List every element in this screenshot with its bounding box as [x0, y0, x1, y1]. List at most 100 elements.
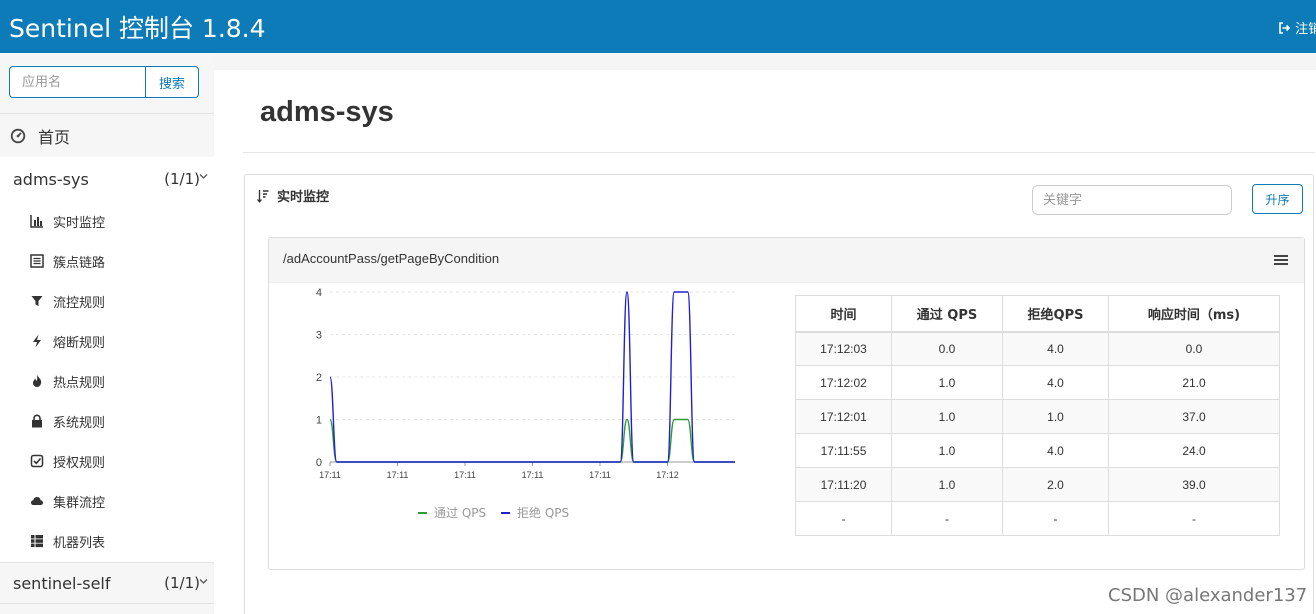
- logout-icon: [1279, 22, 1291, 34]
- logout-link[interactable]: 注销: [1278, 18, 1316, 37]
- sidebar-item-machine-list[interactable]: 机器列表: [30, 531, 105, 551]
- y-tick-label: 4: [316, 288, 322, 299]
- sidebar-app-adms-sys[interactable]: adms-sys (1/1): [0, 158, 214, 200]
- resource-card-header: /adAccountPass/getPageByCondition: [269, 238, 1304, 283]
- sidebar-item-label: 集群流控: [53, 495, 106, 511]
- list-icon: [30, 254, 44, 268]
- sidebar-item-label: 流控规则: [53, 295, 106, 311]
- qps-line-chart: 0 1 2 3 4 17:11 17:11 17:11 17:11 17:11 17:12 通过 QP…: [316, 288, 735, 520]
- bar-chart-icon: [30, 215, 43, 228]
- app-name: sentinel-self: [13, 573, 111, 593]
- watermark: CSDN @alexander137: [1108, 585, 1308, 606]
- table-row: - - - -: [795, 501, 1280, 536]
- sidebar-item-home[interactable]: 首页: [0, 113, 214, 158]
- sort-asc-button[interactable]: 升序: [1252, 184, 1303, 214]
- sidebar-item-system-rules[interactable]: 系统规则: [30, 411, 105, 431]
- cell-pass-qps: 0.0: [891, 331, 1003, 366]
- chevron-down-icon: [199, 579, 208, 584]
- sidebar-item-label: 簇点链路: [53, 255, 106, 271]
- cell-rt: 24.0: [1108, 433, 1280, 468]
- sidebar-item-realtime-monitor[interactable]: 实时监控: [30, 211, 105, 231]
- cell-block-qps: -: [1002, 501, 1109, 536]
- cell-pass-qps: -: [891, 501, 1003, 536]
- menu-icon[interactable]: [1274, 254, 1288, 266]
- chevron-down-icon: [199, 174, 208, 179]
- table-header-row: 时间 通过 QPS 拒绝QPS 响应时间（ms): [795, 295, 1280, 333]
- lock-icon: [32, 414, 42, 428]
- flash-icon: [33, 334, 41, 348]
- cell-time: 17:11:55: [795, 433, 892, 468]
- keyword-search-input[interactable]: [1032, 185, 1232, 215]
- dashboard-icon: [10, 128, 26, 143]
- cell-time: 17:11:20: [795, 467, 892, 502]
- cell-pass-qps: 1.0: [891, 399, 1003, 434]
- cell-pass-qps: 1.0: [891, 365, 1003, 400]
- table-row: 17:11:20 1.0 2.0 39.0: [795, 467, 1280, 502]
- col-header-pass-qps: 通过 QPS: [891, 295, 1003, 333]
- col-header-time: 时间: [795, 295, 892, 333]
- resource-name: /adAccountPass/getPageByCondition: [283, 251, 500, 266]
- legend-label: 通过 QPS: [434, 506, 486, 520]
- cell-block-qps: 4.0: [1002, 365, 1109, 400]
- x-tick-label: 17:11: [387, 470, 409, 480]
- app-search-button[interactable]: 搜索: [145, 67, 198, 97]
- main-content: adms-sys 实时监控 升序 /adAccountPass/getPageB…: [214, 70, 1316, 614]
- filter-icon: [31, 296, 43, 306]
- sort-amount-icon: [257, 189, 269, 203]
- sidebar-item-cluster-flow[interactable]: 集群流控: [30, 491, 105, 511]
- cloud-icon: [31, 497, 43, 505]
- sidebar-item-label: 机器列表: [53, 535, 106, 551]
- cell-pass-qps: 1.0: [891, 433, 1003, 468]
- app-machine-count: (1/1): [164, 574, 200, 592]
- col-header-block-qps: 拒绝QPS: [1002, 295, 1109, 333]
- sidebar-item-authority-rules[interactable]: 授权规则: [30, 451, 105, 471]
- table-row: 17:12:03 0.0 4.0 0.0: [795, 331, 1280, 366]
- x-tick-label: 17:11: [522, 470, 544, 480]
- cell-rt: -: [1108, 501, 1280, 536]
- x-tick-label: 17:11: [319, 470, 341, 480]
- logout-label: 注销: [1295, 22, 1316, 37]
- app-machine-count: (1/1): [164, 170, 200, 188]
- cell-block-qps: 4.0: [1002, 331, 1109, 366]
- brand-title[interactable]: Sentinel 控制台 1.8.4: [9, 9, 266, 45]
- sidebar-item-flow-rules[interactable]: 流控规则: [30, 291, 105, 311]
- app-search-input[interactable]: [10, 67, 145, 97]
- panel-title-text: 实时监控: [277, 190, 330, 205]
- sidebar-item-label: 系统规则: [53, 415, 106, 431]
- sidebar-item-cluster-link[interactable]: 簇点链路: [30, 251, 105, 271]
- x-tick-label: 17:11: [454, 470, 476, 480]
- series-line-0: [329, 418, 735, 463]
- sidebar-item-label: 首页: [38, 127, 71, 147]
- y-tick-label: 1: [316, 415, 322, 427]
- sidebar-item-degrade-rules[interactable]: 熔断规则: [30, 331, 105, 351]
- cell-time: 17:12:03: [795, 331, 892, 366]
- sidebar-item-hotspot-rules[interactable]: 热点规则: [30, 371, 105, 391]
- sidebar-item-label: 热点规则: [53, 375, 106, 391]
- cell-rt: 39.0: [1108, 467, 1280, 502]
- th-list-icon: [31, 535, 43, 548]
- cell-time: -: [795, 501, 892, 536]
- x-tick-label: 17:12: [656, 470, 679, 480]
- sidebar-app-sentinel-self[interactable]: sentinel-self (1/1): [0, 562, 214, 604]
- cell-rt: 21.0: [1108, 365, 1280, 400]
- app-name: adms-sys: [13, 169, 89, 189]
- cell-pass-qps: 1.0: [891, 467, 1003, 502]
- cell-time: 17:12:02: [795, 365, 892, 400]
- x-tick-label: 17:11: [589, 470, 611, 480]
- sidebar-item-label: 熔断规则: [53, 335, 106, 351]
- divider: [243, 152, 1315, 153]
- sidebar: 搜索 首页 adms-sys (1/1) 实时监控 簇点链路 流控规则 熔断规则…: [0, 53, 214, 614]
- y-tick-label: 0: [316, 457, 322, 469]
- fire-icon: [33, 375, 42, 387]
- page-title: adms-sys: [260, 96, 394, 128]
- resource-card: /adAccountPass/getPageByCondition 0 1 2 3 4 1…: [268, 237, 1305, 570]
- col-header-rt: 响应时间（ms): [1108, 295, 1280, 333]
- app-search-box: 搜索: [9, 66, 199, 98]
- cell-block-qps: 1.0: [1002, 399, 1109, 434]
- table-row: 17:11:55 1.0 4.0 24.0: [795, 433, 1280, 468]
- check-square-icon: [30, 454, 44, 468]
- cell-block-qps: 4.0: [1002, 433, 1109, 468]
- cell-rt: 0.0: [1108, 331, 1280, 366]
- sidebar-item-label: 授权规则: [53, 455, 106, 471]
- cell-time: 17:12:01: [795, 399, 892, 434]
